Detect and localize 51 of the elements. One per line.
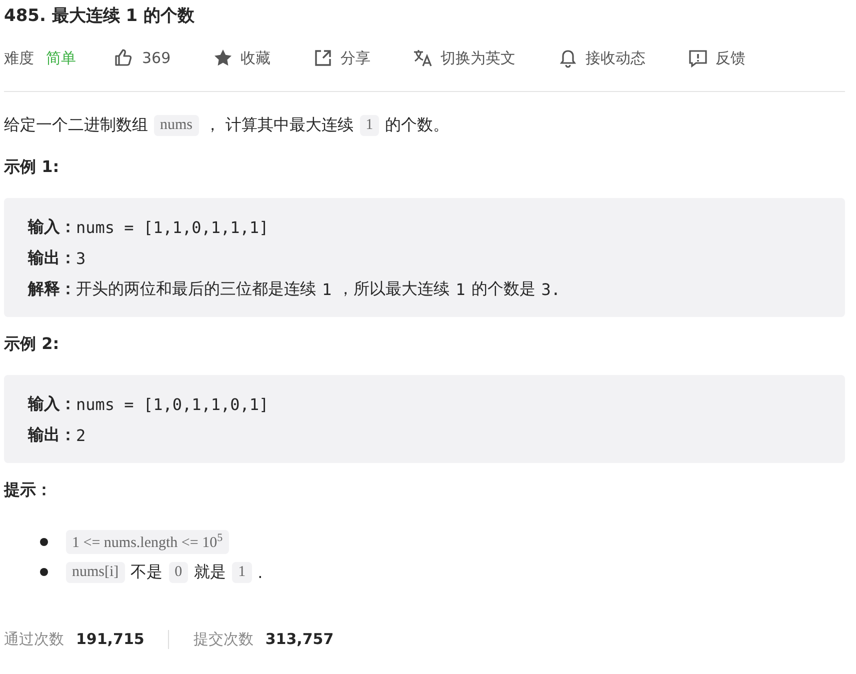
- difficulty-text: 简单: [46, 48, 76, 68]
- description-text: .: [258, 562, 263, 582]
- description-text: 就是: [194, 562, 226, 582]
- code-text: 1: [322, 280, 332, 299]
- code-text: 2: [76, 426, 86, 445]
- code-text: nums = [1,0,1,1,0,1]: [76, 395, 269, 414]
- example-label: 输入：: [28, 217, 76, 238]
- bullet-icon: [40, 538, 48, 546]
- translate-button[interactable]: 切换为英文: [412, 48, 516, 68]
- inline-code: 1: [232, 562, 252, 582]
- feedback-button[interactable]: 反馈: [688, 48, 746, 68]
- description-text: 的个数是: [471, 279, 536, 300]
- code-text: nums = [1,1,0,1,1,1]: [76, 218, 269, 237]
- bell-button[interactable]: 接收动态: [558, 48, 646, 68]
- example-heading: 示例 2:: [4, 333, 60, 355]
- inline-code: nums: [154, 114, 199, 136]
- example-label: 解释：: [28, 279, 76, 300]
- stat-label: 提交次数: [193, 630, 254, 648]
- inline-code: 1: [360, 114, 380, 136]
- hints-heading: 提示：: [4, 479, 53, 501]
- inline-code: nums[i]: [66, 562, 125, 582]
- example-label: 输出：: [28, 425, 76, 446]
- thumbs-up-icon: [114, 48, 134, 68]
- description-text: 给定一个二进制数组: [4, 114, 148, 136]
- description-text: ，所以最大连续: [338, 279, 450, 300]
- description-text: 的个数。: [385, 114, 450, 136]
- translate-icon: [412, 48, 433, 68]
- bell-icon: [558, 48, 578, 68]
- difficulty-label: 难度: [4, 48, 34, 68]
- example-label: 输出：: [28, 248, 76, 269]
- stat-value: 191,715: [76, 630, 144, 648]
- description-text: 开头的两位和最后的三位都是连续: [76, 279, 316, 300]
- stat-value: 313,757: [265, 630, 334, 648]
- inline-code: 0: [168, 562, 188, 582]
- description-text: ， 计算其中最大连续: [204, 114, 354, 136]
- inline-code: 1 <= nums.length <= 10$^{5}$: [66, 530, 229, 554]
- description-text: 不是: [130, 562, 163, 582]
- star-icon: [212, 48, 233, 68]
- example-heading: 示例 1:: [4, 156, 60, 178]
- code-text: 1: [456, 280, 466, 299]
- bullet-icon: [40, 568, 48, 576]
- problem-title: 485. 最大连续 1 的个数: [4, 5, 196, 28]
- star-button[interactable]: 收藏: [212, 48, 271, 68]
- example-label: 输入：: [28, 394, 76, 415]
- share-icon: [312, 48, 333, 68]
- feedback-icon: [688, 48, 708, 68]
- share-button[interactable]: 分享: [312, 48, 371, 68]
- code-text: 3: [76, 249, 86, 268]
- thumbs-up-button[interactable]: 369: [114, 48, 171, 68]
- code-text: 3.: [541, 280, 561, 299]
- stat-label: 通过次数: [4, 630, 64, 648]
